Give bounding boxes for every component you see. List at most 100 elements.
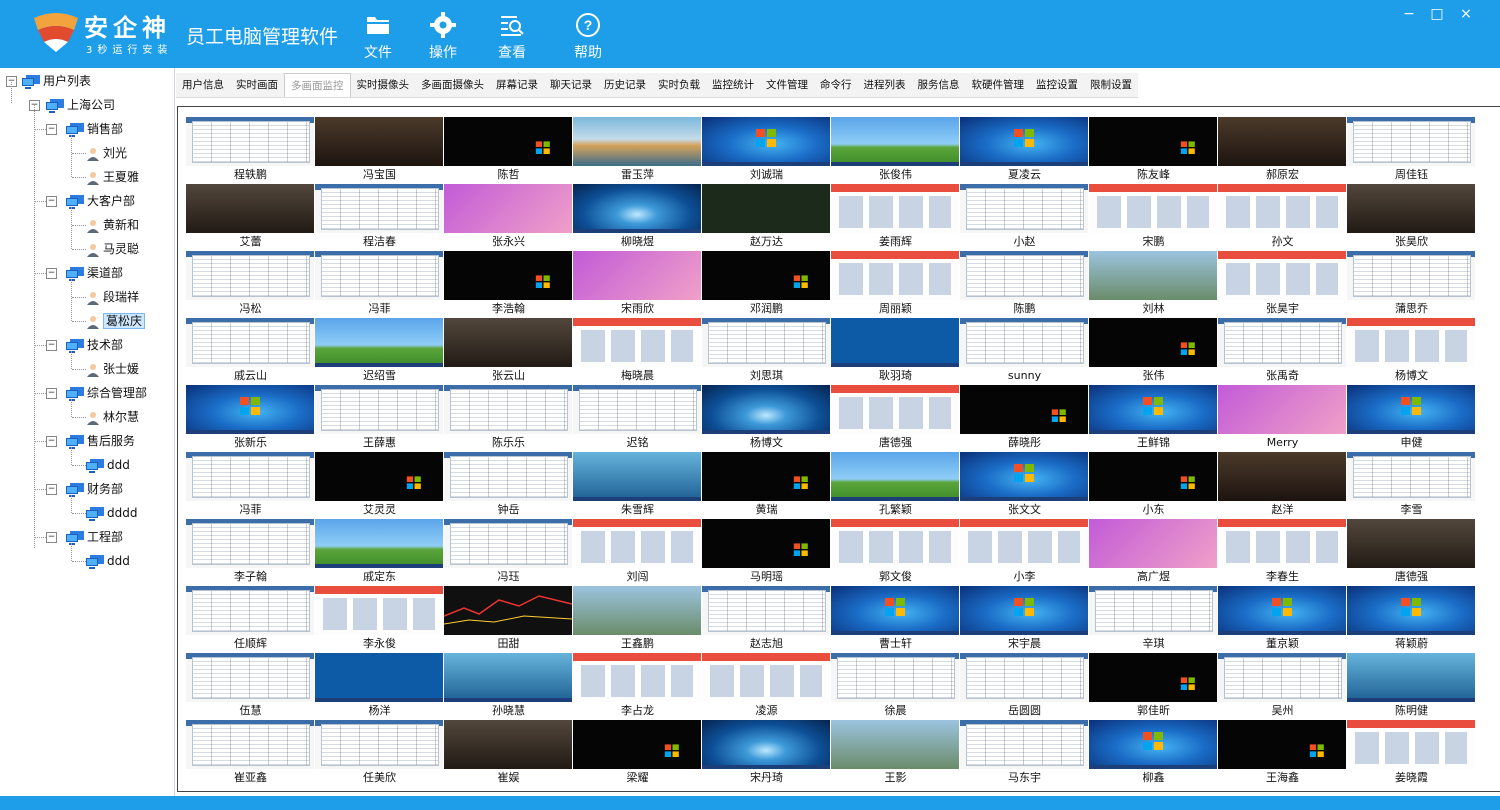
screen-tile[interactable]: 岳圆圆: [960, 653, 1089, 720]
screen-tile[interactable]: 杨博文: [702, 385, 831, 452]
screen-tile[interactable]: 艾灵灵: [315, 452, 444, 519]
screen-tile[interactable]: 申健: [1347, 385, 1476, 452]
screen-tile[interactable]: 雷玉萍: [573, 117, 702, 184]
screen-tile[interactable]: 迟铭: [573, 385, 702, 452]
tree-department[interactable]: 渠道部: [66, 263, 123, 283]
screen-tile[interactable]: 宋雨欣: [573, 251, 702, 318]
screen-tile[interactable]: 梁耀: [573, 720, 702, 787]
screen-tile[interactable]: 王鲜锦: [1089, 385, 1218, 452]
screen-tile[interactable]: 张新乐: [186, 385, 315, 452]
tab-11[interactable]: 命令行: [814, 73, 858, 97]
tab-4[interactable]: 多画面摄像头: [415, 73, 490, 97]
screen-tile[interactable]: 朱雪辉: [573, 452, 702, 519]
tab-13[interactable]: 服务信息: [912, 73, 966, 97]
tab-6[interactable]: 聊天记录: [544, 73, 598, 97]
screen-tile[interactable]: 柳晓煜: [573, 184, 702, 251]
screen-tile[interactable]: 小赵: [960, 184, 1089, 251]
file-menu-button[interactable]: 文件: [348, 12, 408, 62]
screen-tile[interactable]: 吴州: [1218, 653, 1347, 720]
screen-tile[interactable]: 王薛惠: [315, 385, 444, 452]
tab-15[interactable]: 监控设置: [1030, 73, 1084, 97]
screen-tile[interactable]: 赵万达: [702, 184, 831, 251]
screen-tile[interactable]: 郭佳昕: [1089, 653, 1218, 720]
tree-department[interactable]: 销售部: [66, 119, 123, 139]
screen-tile[interactable]: 刘林: [1089, 251, 1218, 318]
screen-tile[interactable]: 郭文俊: [831, 519, 960, 586]
tab-16[interactable]: 限制设置: [1084, 73, 1138, 97]
screen-tile[interactable]: 宋鹏: [1089, 184, 1218, 251]
screen-tile[interactable]: 孙文: [1218, 184, 1347, 251]
tree-user[interactable]: 马灵聪: [86, 239, 139, 259]
tree-department[interactable]: 大客户部: [66, 191, 135, 211]
screen-tile[interactable]: 孙晓慧: [444, 653, 573, 720]
screen-tile[interactable]: 凌源: [702, 653, 831, 720]
screen-tile[interactable]: 张伟: [1089, 318, 1218, 385]
screen-tile[interactable]: 李雪: [1347, 452, 1476, 519]
tab-12[interactable]: 进程列表: [858, 73, 912, 97]
screen-tile[interactable]: 刘思琪: [702, 318, 831, 385]
screen-tile[interactable]: 赵志旭: [702, 586, 831, 653]
screen-tile[interactable]: 冯珏: [444, 519, 573, 586]
tree-user[interactable]: 刘光: [86, 143, 127, 163]
screen-tile[interactable]: 赵洋: [1218, 452, 1347, 519]
screen-tile[interactable]: 唐德强: [1347, 519, 1476, 586]
collapse-toggle[interactable]: −: [46, 340, 57, 351]
screen-tile[interactable]: 陈哲: [444, 117, 573, 184]
screen-tile[interactable]: 夏凌云: [960, 117, 1089, 184]
tree-user[interactable]: ddd: [86, 455, 130, 475]
screen-tile[interactable]: 辛琪: [1089, 586, 1218, 653]
screen-tile[interactable]: 伍慧: [186, 653, 315, 720]
screen-tile[interactable]: 李浩翰: [444, 251, 573, 318]
tree-user[interactable]: dddd: [86, 503, 137, 523]
screen-tile[interactable]: 李春生: [1218, 519, 1347, 586]
screen-tile[interactable]: 戚云山: [186, 318, 315, 385]
screen-tile[interactable]: 周佳钰: [1347, 117, 1476, 184]
tree-user-selected[interactable]: 葛松庆: [86, 311, 146, 331]
tree-root[interactable]: 用户列表: [22, 71, 91, 91]
screen-tile[interactable]: 郝原宏: [1218, 117, 1347, 184]
tab-1[interactable]: 实时画面: [230, 73, 284, 97]
screen-tile[interactable]: 马东宇: [960, 720, 1089, 787]
screen-tile[interactable]: 徐晨: [831, 653, 960, 720]
screen-tile[interactable]: 程轶鹏: [186, 117, 315, 184]
operate-menu-button[interactable]: 操作: [413, 12, 473, 62]
screen-tile[interactable]: 宋宇晨: [960, 586, 1089, 653]
collapse-toggle[interactable]: −: [46, 388, 57, 399]
screen-tile[interactable]: 蒋颖蔚: [1347, 586, 1476, 653]
tree-user[interactable]: 黄新和: [86, 215, 139, 235]
screen-tile[interactable]: 任顺辉: [186, 586, 315, 653]
tab-2[interactable]: 多画面监控: [284, 73, 351, 97]
tree-company[interactable]: 上海公司: [46, 95, 115, 115]
screen-tile[interactable]: 冯菲: [315, 251, 444, 318]
tab-7[interactable]: 历史记录: [598, 73, 652, 97]
screen-tile[interactable]: 张云山: [444, 318, 573, 385]
maximize-button[interactable]: □: [1426, 4, 1448, 24]
screen-tile[interactable]: 邓润鹏: [702, 251, 831, 318]
screen-tile[interactable]: 张俊伟: [831, 117, 960, 184]
screen-tile[interactable]: 耿羽琦: [831, 318, 960, 385]
screen-tile[interactable]: 钟岳: [444, 452, 573, 519]
tree-user[interactable]: 林尔慧: [86, 407, 139, 427]
collapse-toggle[interactable]: −: [46, 484, 57, 495]
screen-tile[interactable]: 田甜: [444, 586, 573, 653]
view-menu-button[interactable]: 查看: [482, 12, 542, 62]
screen-tile[interactable]: 姜雨辉: [831, 184, 960, 251]
screen-tile[interactable]: 李永俊: [315, 586, 444, 653]
tab-8[interactable]: 实时负载: [652, 73, 706, 97]
screen-tile[interactable]: 陈明健: [1347, 653, 1476, 720]
collapse-toggle[interactable]: −: [46, 124, 57, 135]
screen-tile[interactable]: 王海鑫: [1218, 720, 1347, 787]
screen-tile[interactable]: 李占龙: [573, 653, 702, 720]
screen-tile[interactable]: 董京颖: [1218, 586, 1347, 653]
tab-14[interactable]: 软硬件管理: [966, 73, 1031, 97]
close-button[interactable]: ×: [1455, 4, 1477, 24]
screen-tile[interactable]: 刘诚瑞: [702, 117, 831, 184]
screen-tile[interactable]: 小李: [960, 519, 1089, 586]
collapse-toggle[interactable]: −: [46, 436, 57, 447]
screen-tile[interactable]: 冯松: [186, 251, 315, 318]
screen-tile[interactable]: 薛晓彤: [960, 385, 1089, 452]
screen-tile[interactable]: 艾蕾: [186, 184, 315, 251]
screen-tile[interactable]: 周丽颖: [831, 251, 960, 318]
screen-tile[interactable]: 任美欣: [315, 720, 444, 787]
screen-tile[interactable]: 柳鑫: [1089, 720, 1218, 787]
